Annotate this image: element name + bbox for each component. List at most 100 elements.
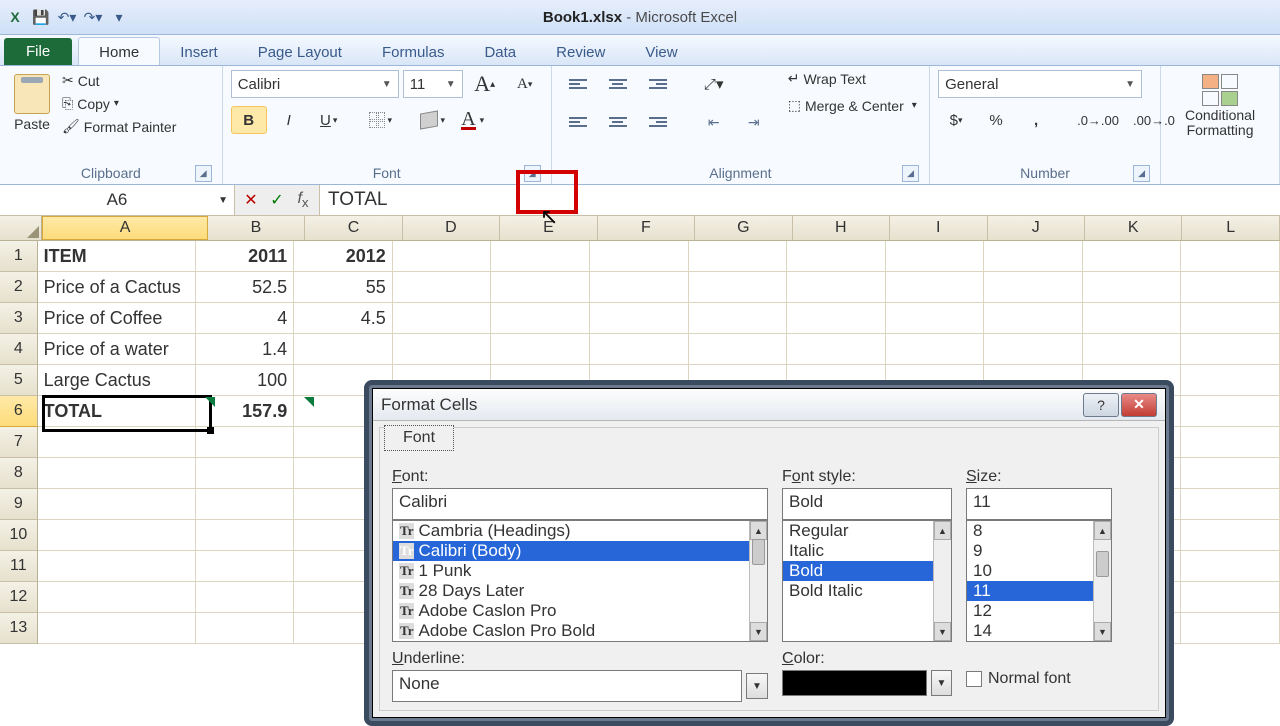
- scrollbar[interactable]: ▲▼: [1093, 521, 1111, 641]
- cell[interactable]: [38, 582, 196, 613]
- cell[interactable]: [886, 272, 985, 303]
- select-all-corner[interactable]: [0, 216, 42, 240]
- align-center-button[interactable]: [600, 108, 636, 136]
- cell[interactable]: 2011: [196, 241, 295, 272]
- col-header[interactable]: E: [500, 216, 597, 240]
- name-box[interactable]: A6▼: [0, 185, 235, 215]
- list-item[interactable]: 10: [967, 561, 1111, 581]
- font-size-select[interactable]: 11▼: [403, 70, 463, 98]
- col-header[interactable]: B: [208, 216, 305, 240]
- tab-page-layout[interactable]: Page Layout: [238, 38, 362, 65]
- cell[interactable]: [1181, 427, 1280, 458]
- number-launcher[interactable]: ◢: [1133, 165, 1150, 182]
- cell[interactable]: [984, 303, 1083, 334]
- tab-review[interactable]: Review: [536, 38, 625, 65]
- comma-format-button[interactable]: ,: [1018, 106, 1054, 134]
- col-header[interactable]: I: [890, 216, 987, 240]
- col-header[interactable]: C: [305, 216, 402, 240]
- dialog-titlebar[interactable]: Format Cells ? ✕: [373, 389, 1165, 421]
- col-header[interactable]: K: [1085, 216, 1182, 240]
- row-header[interactable]: 11: [0, 551, 38, 582]
- col-header[interactable]: F: [598, 216, 695, 240]
- align-right-button[interactable]: [640, 108, 676, 136]
- list-item[interactable]: Tr28 Days Later: [393, 581, 767, 601]
- list-item[interactable]: TrCambria (Headings): [393, 521, 767, 541]
- dialog-tab-font[interactable]: Font: [384, 425, 454, 451]
- row-header[interactable]: 8: [0, 458, 38, 489]
- italic-button[interactable]: I: [271, 106, 307, 134]
- increase-font-button[interactable]: A▴: [467, 70, 503, 98]
- cell[interactable]: 4.5: [294, 303, 393, 334]
- cell[interactable]: [984, 272, 1083, 303]
- align-bottom-button[interactable]: [640, 70, 676, 98]
- list-item[interactable]: Bold: [783, 561, 951, 581]
- cell[interactable]: TOTAL: [38, 396, 196, 427]
- cell[interactable]: [689, 272, 788, 303]
- col-header[interactable]: L: [1182, 216, 1279, 240]
- row-header[interactable]: 4: [0, 334, 38, 365]
- list-item[interactable]: Regular: [783, 521, 951, 541]
- col-header[interactable]: D: [403, 216, 500, 240]
- wrap-text-button[interactable]: ↵Wrap Text: [788, 70, 917, 87]
- scrollbar[interactable]: ▲▼: [749, 521, 767, 641]
- cell[interactable]: [1181, 272, 1280, 303]
- cell[interactable]: [886, 303, 985, 334]
- cell[interactable]: [1181, 520, 1280, 551]
- number-format-select[interactable]: General▼: [938, 70, 1142, 98]
- cell[interactable]: ITEM: [38, 241, 196, 272]
- cell[interactable]: 55: [294, 272, 393, 303]
- cell[interactable]: [886, 334, 985, 365]
- align-top-button[interactable]: [560, 70, 596, 98]
- font-color-button[interactable]: A▾: [455, 106, 491, 134]
- merge-center-button[interactable]: ⬚Merge & Center▾: [788, 97, 917, 114]
- cell[interactable]: 1.4: [196, 334, 295, 365]
- cell[interactable]: [196, 489, 295, 520]
- increase-indent-button[interactable]: ⇥: [736, 108, 772, 136]
- cell[interactable]: 52.5: [196, 272, 295, 303]
- conditional-formatting-button[interactable]: Conditional Formatting: [1169, 70, 1271, 142]
- list-item[interactable]: Bold Italic: [783, 581, 951, 601]
- font-style-input[interactable]: Bold: [782, 488, 952, 520]
- cell[interactable]: [491, 241, 590, 272]
- format-painter-button[interactable]: 🖌Format Painter: [62, 118, 176, 135]
- cell[interactable]: Large Cactus: [38, 365, 196, 396]
- undo-icon[interactable]: ↶▾: [56, 6, 78, 28]
- tab-file[interactable]: File: [4, 38, 72, 65]
- clipboard-launcher[interactable]: ◢: [195, 165, 212, 182]
- list-item[interactable]: 9: [967, 541, 1111, 561]
- cell[interactable]: [393, 303, 492, 334]
- cell[interactable]: 100: [196, 365, 295, 396]
- cell[interactable]: [886, 241, 985, 272]
- cell[interactable]: [393, 334, 492, 365]
- align-left-button[interactable]: [560, 108, 596, 136]
- cell[interactable]: [491, 272, 590, 303]
- cell[interactable]: [1083, 334, 1182, 365]
- alignment-launcher[interactable]: ◢: [902, 165, 919, 182]
- fill-color-button[interactable]: ▾: [415, 106, 451, 134]
- cell[interactable]: [1181, 489, 1280, 520]
- cell[interactable]: [38, 427, 196, 458]
- cell[interactable]: [38, 458, 196, 489]
- cell[interactable]: [1181, 551, 1280, 582]
- cell[interactable]: Price of a Cactus: [38, 272, 196, 303]
- list-item[interactable]: TrCalibri (Body): [393, 541, 767, 561]
- size-input[interactable]: 11: [966, 488, 1112, 520]
- col-header[interactable]: G: [695, 216, 792, 240]
- row-header[interactable]: 6: [0, 396, 38, 427]
- fx-icon[interactable]: fx: [291, 190, 315, 210]
- cell[interactable]: [590, 303, 689, 334]
- row-header[interactable]: 7: [0, 427, 38, 458]
- cell[interactable]: [294, 334, 393, 365]
- list-item[interactable]: TrAdobe Caslon Pro Bold: [393, 621, 767, 641]
- tab-formulas[interactable]: Formulas: [362, 38, 465, 65]
- col-header[interactable]: J: [988, 216, 1085, 240]
- close-button[interactable]: ✕: [1121, 393, 1157, 417]
- cell[interactable]: [1181, 303, 1280, 334]
- tab-home[interactable]: Home: [78, 37, 160, 65]
- cell[interactable]: [38, 613, 196, 644]
- cell[interactable]: [393, 272, 492, 303]
- decrease-indent-button[interactable]: ⇤: [696, 108, 732, 136]
- save-icon[interactable]: 💾: [30, 6, 52, 28]
- cell[interactable]: [196, 613, 295, 644]
- enter-formula-icon[interactable]: ✓: [265, 190, 289, 210]
